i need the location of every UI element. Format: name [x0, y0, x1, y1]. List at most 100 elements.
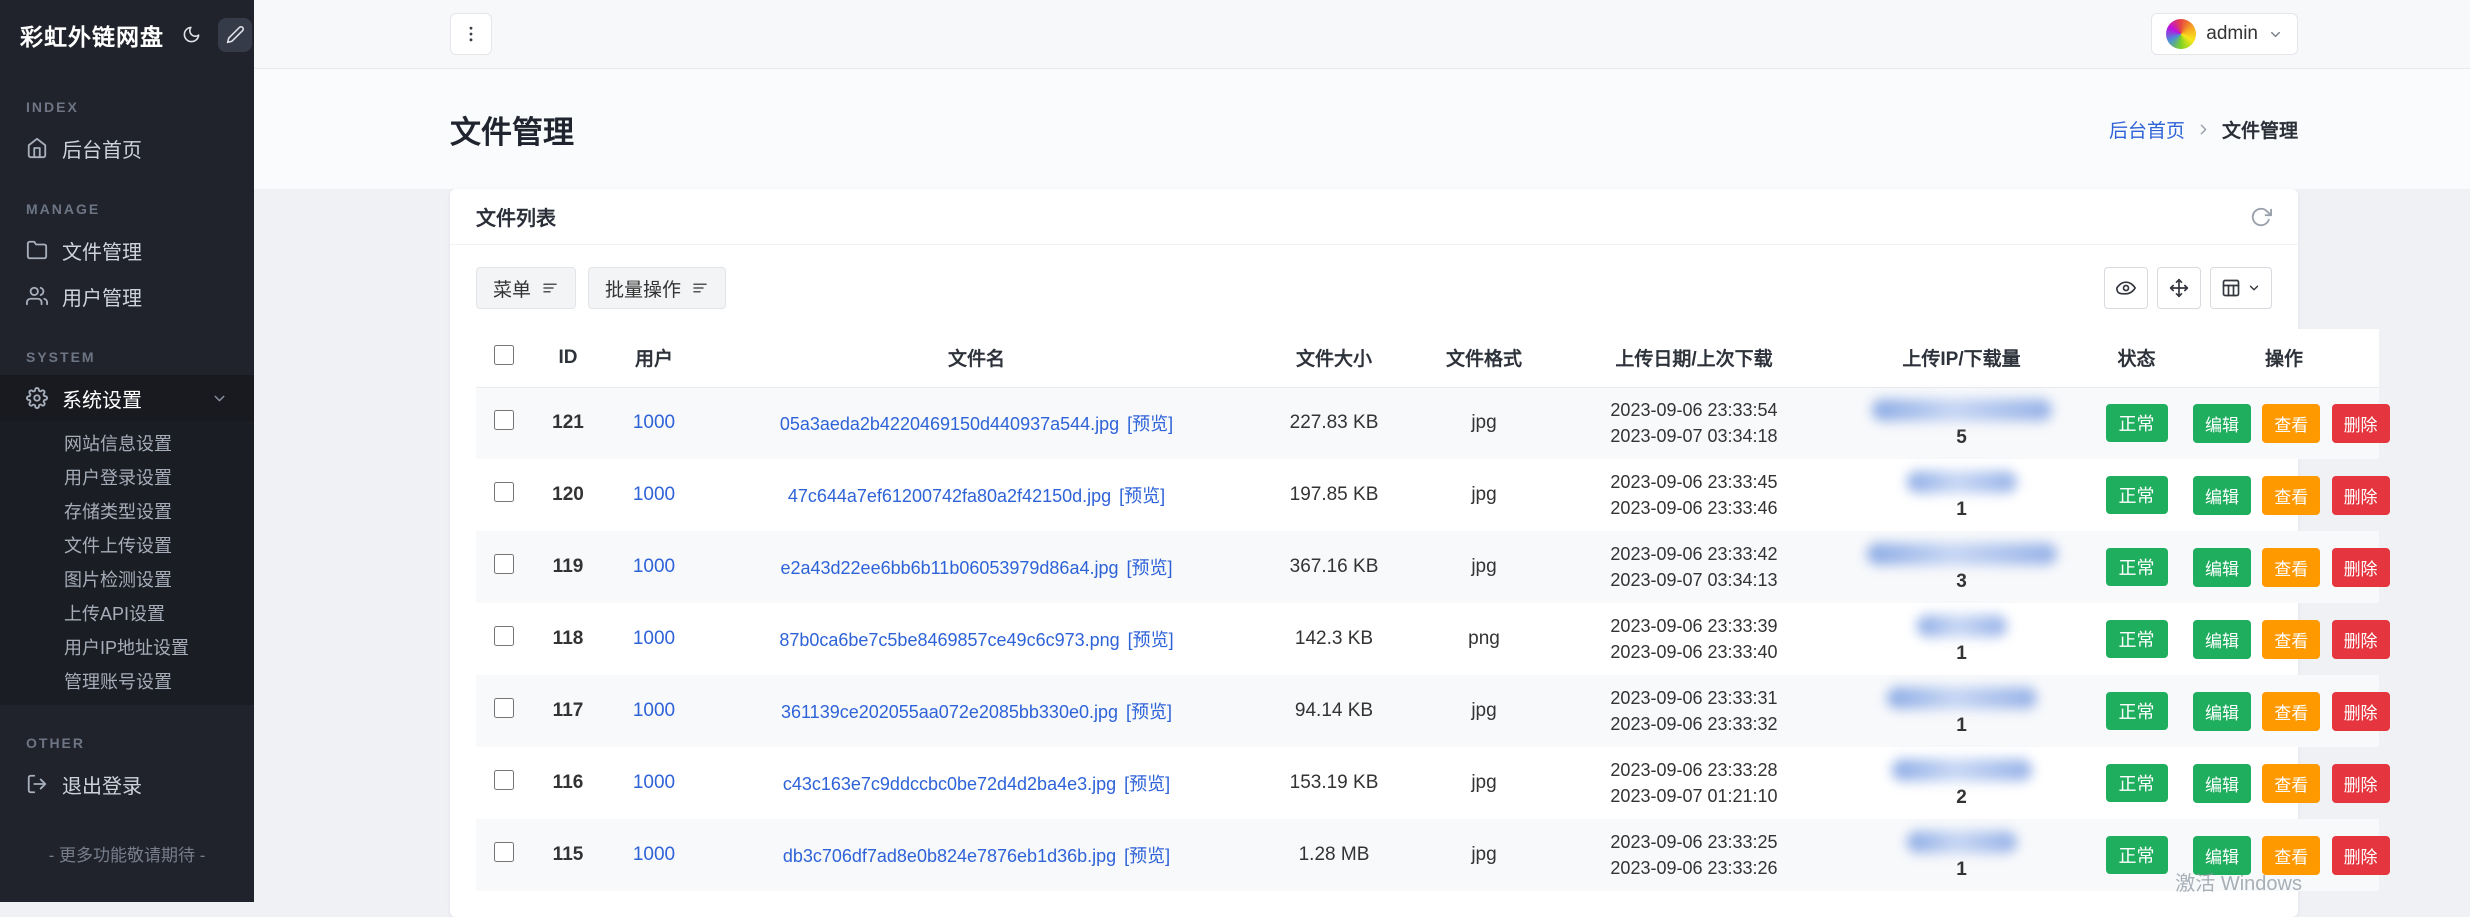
user-link[interactable]: 1000	[633, 700, 675, 721]
username: admin	[2206, 23, 2258, 45]
row-actions: 编辑 查看 删除	[2189, 675, 2379, 747]
file-link[interactable]: 05a3aeda2b4220469150d440937a544.jpg	[780, 414, 1119, 434]
sidebar-item-logout[interactable]: 退出登录	[0, 761, 254, 807]
view-button[interactable]: 查看	[2262, 620, 2320, 659]
edit-button[interactable]: 编辑	[2193, 404, 2251, 443]
select-all-checkbox[interactable]	[494, 345, 514, 365]
file-format: png	[1419, 603, 1549, 675]
preview-link[interactable]: [预览]	[1126, 702, 1172, 722]
view-button[interactable]: 查看	[2262, 692, 2320, 731]
row-checkbox[interactable]	[494, 698, 514, 718]
row-checkbox[interactable]	[494, 410, 514, 430]
delete-button[interactable]: 删除	[2332, 548, 2390, 587]
last-download-date: 2023-09-07 01:21:10	[1550, 783, 1838, 809]
table-columns-icon	[2221, 278, 2241, 298]
row-checkbox[interactable]	[494, 626, 514, 646]
user-link[interactable]: 1000	[633, 412, 675, 433]
status-badge: 正常	[2106, 476, 2168, 514]
sidebar-subitem[interactable]: 文件上传设置	[0, 529, 254, 563]
sidebar-item-users[interactable]: 用户管理	[0, 273, 254, 319]
preview-link[interactable]: [预览]	[1124, 774, 1170, 794]
status-badge: 正常	[2106, 764, 2168, 802]
user-menu[interactable]: admin	[2151, 13, 2298, 55]
ip-downloads: 1	[1839, 819, 2084, 891]
file-link[interactable]: 87b0ca6be7c5be8469857ce49c6c973.png	[779, 630, 1119, 650]
file-id: 119	[532, 531, 604, 603]
table-row: 119 1000 e2a43d22ee6bb6b11b06053979d86a4…	[476, 531, 2379, 603]
row-checkbox[interactable]	[494, 482, 514, 502]
more-menu-button[interactable]	[450, 13, 492, 55]
delete-button[interactable]: 删除	[2332, 476, 2390, 515]
sidebar-subitem[interactable]: 用户IP地址设置	[0, 631, 254, 665]
sidebar-subitem[interactable]: 用户登录设置	[0, 461, 254, 495]
preview-link[interactable]: [预览]	[1124, 846, 1170, 866]
row-actions: 编辑 查看 删除	[2189, 459, 2379, 531]
preview-link[interactable]: [预览]	[1127, 558, 1173, 578]
edit-button[interactable]: 编辑	[2193, 620, 2251, 659]
last-download-date: 2023-09-07 03:34:18	[1550, 423, 1838, 449]
display-toggle-button[interactable]	[2104, 267, 2148, 309]
edit-button[interactable]: 编辑	[2193, 548, 2251, 587]
sidebar-subitem[interactable]: 管理账号设置	[0, 665, 254, 699]
card-title: 文件列表	[476, 202, 556, 231]
row-checkbox[interactable]	[494, 554, 514, 574]
user-link[interactable]: 1000	[633, 556, 675, 577]
download-count: 5	[1840, 426, 2083, 450]
preview-link[interactable]: [预览]	[1119, 486, 1165, 506]
header-id: ID	[532, 329, 604, 387]
delete-button[interactable]: 删除	[2332, 836, 2390, 875]
file-size: 227.83 KB	[1249, 387, 1419, 459]
sidebar-subitem[interactable]: 上传API设置	[0, 597, 254, 631]
batch-actions-button[interactable]: 批量操作	[588, 267, 726, 309]
user-link[interactable]: 1000	[633, 844, 675, 865]
delete-button[interactable]: 删除	[2332, 764, 2390, 803]
sidebar-subitem[interactable]: 图片检测设置	[0, 563, 254, 597]
edit-button[interactable]: 编辑	[2193, 692, 2251, 731]
fullscreen-button[interactable]	[2157, 267, 2201, 309]
file-link[interactable]: db3c706df7ad8e0b824e7876eb1d36b.jpg	[783, 846, 1116, 866]
view-button[interactable]: 查看	[2262, 548, 2320, 587]
sidebar-subitem[interactable]: 网站信息设置	[0, 427, 254, 461]
last-download-date: 2023-09-06 23:33:32	[1550, 711, 1838, 737]
avatar	[2166, 19, 2196, 49]
delete-button[interactable]: 删除	[2332, 692, 2390, 731]
status-badge: 正常	[2106, 836, 2168, 874]
sidebar-item-settings[interactable]: 系统设置	[0, 375, 254, 421]
chevron-right-icon	[2195, 121, 2212, 138]
refresh-icon[interactable]	[2250, 206, 2272, 228]
redacted-ip	[1907, 471, 2017, 493]
card-header: 文件列表	[450, 189, 2298, 245]
delete-button[interactable]: 删除	[2332, 404, 2390, 443]
sidebar-subitem[interactable]: 存储类型设置	[0, 495, 254, 529]
edit-button[interactable]: 编辑	[2193, 476, 2251, 515]
file-link[interactable]: 47c644a7ef61200742fa80a2f42150d.jpg	[788, 486, 1111, 506]
row-checkbox[interactable]	[494, 842, 514, 862]
status-badge: 正常	[2106, 404, 2168, 442]
user-link[interactable]: 1000	[633, 628, 675, 649]
upload-date: 2023-09-06 23:33:39	[1550, 613, 1838, 639]
edit-button[interactable]: 编辑	[2193, 764, 2251, 803]
file-size: 197.85 KB	[1249, 459, 1419, 531]
delete-button[interactable]: 删除	[2332, 620, 2390, 659]
sidebar-item-home[interactable]: 后台首页	[0, 125, 254, 171]
row-checkbox[interactable]	[494, 770, 514, 790]
view-button[interactable]: 查看	[2262, 476, 2320, 515]
file-link[interactable]: e2a43d22ee6bb6b11b06053979d86a4.jpg	[780, 558, 1118, 578]
view-button[interactable]: 查看	[2262, 764, 2320, 803]
theme-edit-button[interactable]	[218, 18, 252, 52]
preview-link[interactable]: [预览]	[1128, 630, 1174, 650]
file-link[interactable]: c43c163e7c9ddccbc0be72d4d2ba4e3.jpg	[783, 774, 1116, 794]
menu-button[interactable]: 菜单	[476, 267, 576, 309]
preview-link[interactable]: [预览]	[1127, 414, 1173, 434]
windows-activation-watermark: 激活 Windows	[2175, 867, 2302, 896]
columns-button[interactable]	[2210, 267, 2272, 309]
filter-lines-icon	[541, 279, 559, 297]
main-area: admin 文件管理 后台首页 文件管理 文件列表 菜单	[254, 0, 2470, 902]
file-link[interactable]: 361139ce202055aa072e2085bb330e0.jpg	[781, 702, 1118, 722]
view-button[interactable]: 查看	[2262, 404, 2320, 443]
breadcrumb-home-link[interactable]: 后台首页	[2109, 116, 2185, 143]
user-link[interactable]: 1000	[633, 772, 675, 793]
user-link[interactable]: 1000	[633, 484, 675, 505]
sidebar-item-files[interactable]: 文件管理	[0, 227, 254, 273]
theme-toggle-button[interactable]	[174, 18, 208, 52]
